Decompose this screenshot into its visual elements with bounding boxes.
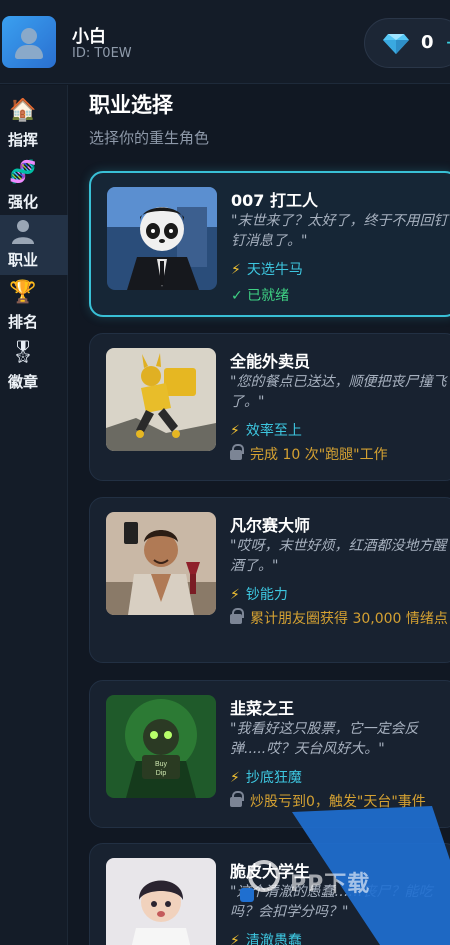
svg-text:Dip: Dip <box>156 770 167 777</box>
avatar-head-icon <box>21 28 37 44</box>
sidebar-item-label: 排名 <box>8 313 39 331</box>
page-subtitle: 选择你的重生角色 <box>89 129 210 147</box>
trophy-icon: 🏆 <box>9 280 37 305</box>
avatar-body-icon <box>15 45 43 59</box>
delivery-rider-portrait <box>106 348 216 451</box>
sidebar: 🏠 指挥 🧬 强化 职业 🏆 排名 🎖 徽章 <box>0 85 68 945</box>
career-quote: "您的餐点已送达，顺便把丧尸撞飞了。" <box>230 374 447 410</box>
lock-icon <box>230 608 244 624</box>
house-icon: 🏠 <box>9 98 37 123</box>
career-quote: "这个清澈的愚蠢……丧尸？能吃吗？会扣学分吗？" <box>230 884 433 920</box>
career-name: 脆皮大学生 <box>230 862 311 881</box>
career-card-office-worker[interactable]: 007 打工人 "末世来了？太好了，终于不用回钉钉消息了。" ⚡ 天选牛马 ✓ 已… <box>89 171 450 317</box>
user-icon <box>9 217 37 245</box>
career-panel: 职业选择 选择你的重生角色 007 打工人 "末世来了？太好了，终于不用回钉钉消… <box>69 85 450 945</box>
sidebar-item-command[interactable]: 🏠 指挥 <box>0 95 68 155</box>
career-card-humblebrag[interactable]: 凡尔赛大师 "哎呀，末世好烦，红酒都没地方醒酒了。" ⚡ 钞能力 累计朋友圈获得 … <box>89 497 450 663</box>
lock-icon <box>230 444 244 460</box>
lightning-icon: ⚡ <box>230 933 240 945</box>
top-bar: 小白 ID: T0EW 0 + <box>0 0 450 84</box>
career-name: 全能外卖员 <box>230 352 311 371</box>
lock-icon <box>230 791 244 807</box>
humblebrag-portrait <box>106 512 216 615</box>
add-gems-button[interactable]: + <box>445 30 450 54</box>
career-status-ready: ✓ 已就绪 <box>231 288 290 304</box>
dna-icon: 🧬 <box>9 160 37 185</box>
perk-label: 清澈愚蠢 <box>245 933 302 945</box>
perk-label: 效率至上 <box>245 423 302 439</box>
career-quote: "哎呀，末世好烦，红酒都没地方醒酒了。" <box>230 538 447 574</box>
career-perk: ⚡ 钞能力 <box>230 584 288 604</box>
career-status-locked: 完成 10 次"跑腿"工作 <box>230 444 450 466</box>
career-card-chive-king[interactable]: Buy Dip 韭菜之王 "我看好这只股票，它一定会反弹.....哎？天台风好大… <box>89 680 450 828</box>
office-worker-portrait <box>107 187 217 290</box>
page-title: 职业选择 <box>89 93 173 117</box>
perk-label: 抄底狂魔 <box>245 770 302 786</box>
career-name: 007 打工人 <box>231 191 318 210</box>
lightning-icon: ⚡ <box>231 262 241 278</box>
sidebar-item-badges[interactable]: 🎖 徽章 <box>0 337 68 397</box>
career-card-delivery[interactable]: 全能外卖员 "您的餐点已送达，顺便把丧尸撞飞了。" ⚡ 效率至上 完成 10 次"… <box>89 333 450 481</box>
career-status-locked: 累计朋友圈获得 30,000 情绪点 <box>230 608 450 630</box>
avatar[interactable] <box>2 16 56 68</box>
career-perk: ⚡ 天选牛马 <box>231 259 303 279</box>
lightning-icon: ⚡ <box>230 423 240 439</box>
unlock-condition: 炒股亏到0，触发"天台"事件 <box>250 794 426 810</box>
sidebar-item-ranking[interactable]: 🏆 排名 <box>0 277 68 337</box>
career-card-student[interactable]: 脆皮大学生 "这个清澈的愚蠢……丧尸？能吃吗？会扣学分吗？" ⚡ 清澈愚蠢 <box>89 843 450 945</box>
career-perk: ⚡ 抄底狂魔 <box>230 767 302 787</box>
career-name: 韭菜之王 <box>230 699 295 718</box>
career-status-locked: 炒股亏到0，触发"天台"事件 <box>230 791 450 813</box>
lightning-icon: ⚡ <box>230 770 240 786</box>
chive-king-portrait: Buy Dip <box>106 695 216 798</box>
career-name: 凡尔赛大师 <box>230 516 311 535</box>
career-quote: "末世来了？太好了，终于不用回钉钉消息了。" <box>231 213 448 249</box>
lightning-icon: ⚡ <box>230 587 240 603</box>
sidebar-item-upgrade[interactable]: 🧬 强化 <box>0 157 68 217</box>
career-perk: ⚡ 效率至上 <box>230 420 302 440</box>
diamond-icon <box>383 34 409 54</box>
medal-icon: 🎖 <box>9 340 37 365</box>
sidebar-item-label: 强化 <box>8 193 39 211</box>
sidebar-item-label: 徽章 <box>8 373 39 391</box>
perk-label: 钞能力 <box>245 587 288 603</box>
sidebar-item-label: 指挥 <box>8 131 39 149</box>
gem-balance[interactable]: 0 + <box>364 18 450 68</box>
unlock-condition: 完成 10 次"跑腿"工作 <box>250 447 388 463</box>
perk-label: 天选牛马 <box>246 262 303 278</box>
sidebar-item-career[interactable]: 职业 <box>0 215 68 275</box>
career-perk: ⚡ 清澈愚蠢 <box>230 930 302 945</box>
username: 小白 <box>72 27 106 47</box>
student-portrait <box>106 858 216 945</box>
career-quote: "我看好这只股票，它一定会反弹.....哎？天台风好大。" <box>230 721 419 757</box>
user-id: ID: T0EW <box>72 46 132 61</box>
unlock-condition: 累计朋友圈获得 30,000 情绪点 <box>250 611 448 627</box>
sidebar-item-label: 职业 <box>8 251 39 269</box>
gem-count: 0 <box>421 32 434 53</box>
svg-text:Buy: Buy <box>155 761 168 768</box>
